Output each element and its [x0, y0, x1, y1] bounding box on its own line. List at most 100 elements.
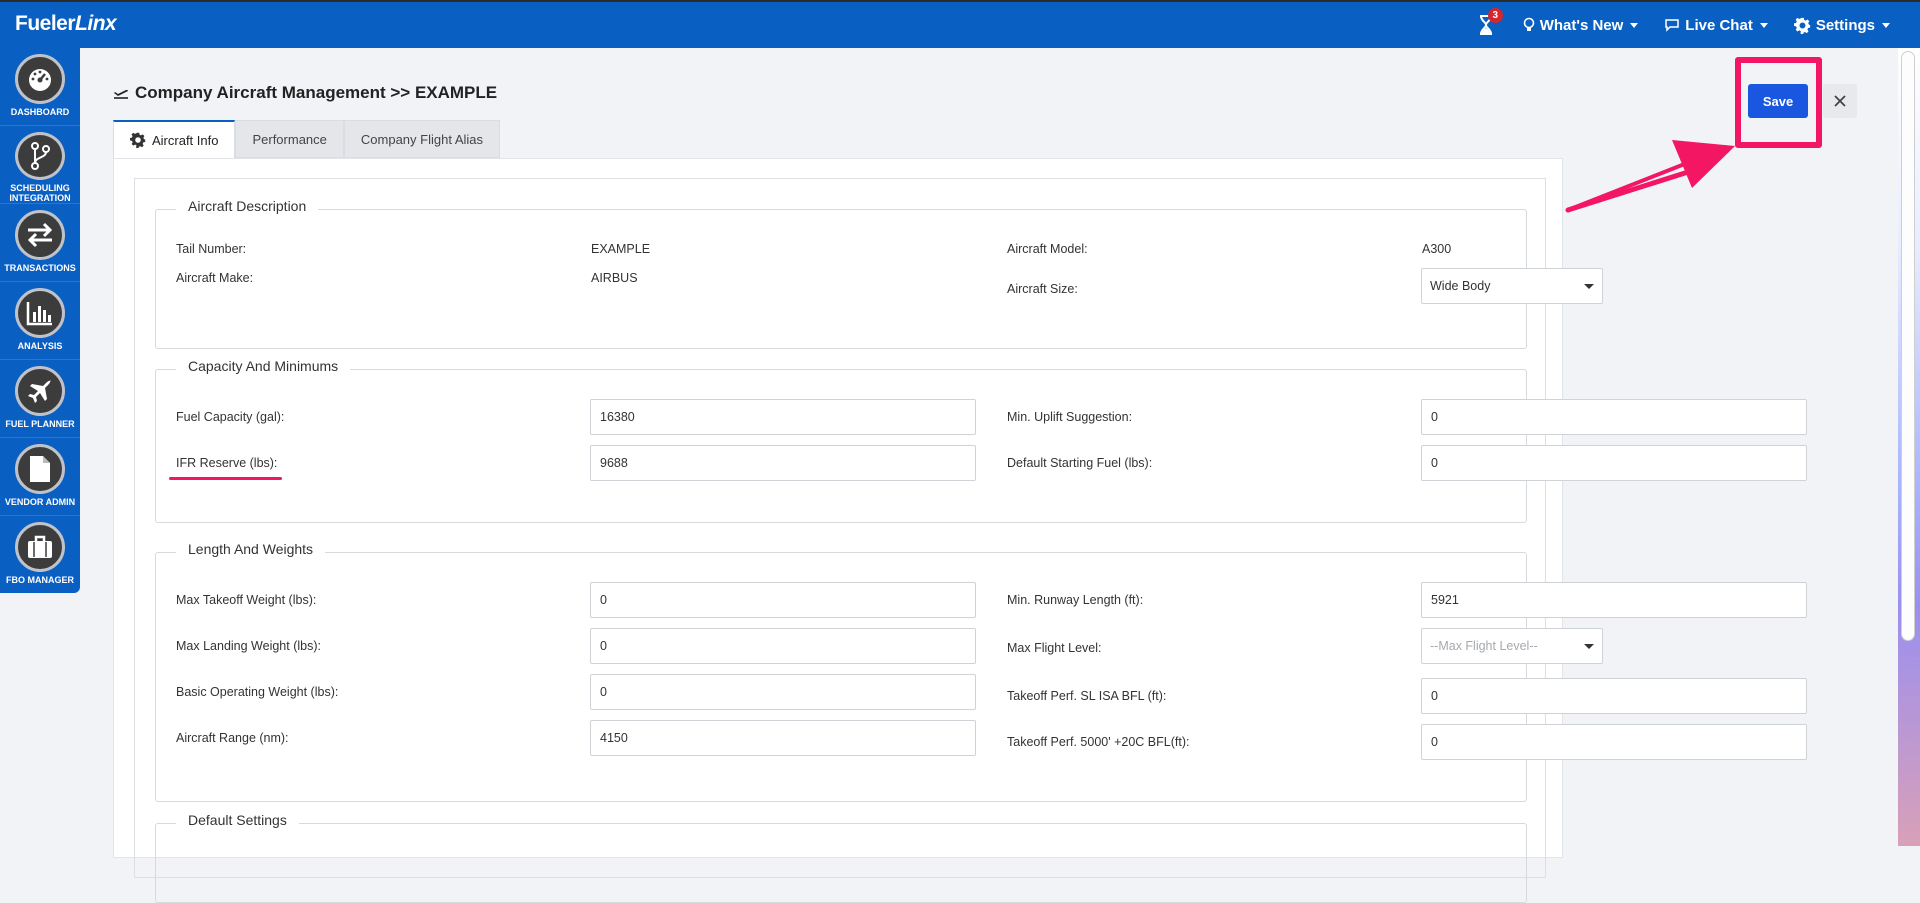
aircraft-size-select[interactable]: Wide Body — [1421, 268, 1603, 304]
max-takeoff-weight-input[interactable]: 0 — [590, 582, 976, 618]
section-title: Capacity And Minimums — [176, 358, 351, 374]
tab-bar: Aircraft Info Performance Company Flight… — [113, 120, 501, 158]
aircraft-make-label: Aircraft Make: — [176, 271, 254, 285]
scrollbar-thumb[interactable] — [1901, 51, 1915, 641]
whats-new-menu[interactable]: What's New — [1523, 17, 1639, 34]
tab-content-card: Aircraft Description Tail Number: EXAMPL… — [113, 158, 1807, 903]
min-runway-length-label: Min. Runway Length (ft): — [1007, 593, 1144, 607]
max-flight-level-select[interactable]: --Max Flight Level-- — [1421, 628, 1603, 664]
close-button[interactable] — [1823, 84, 1857, 118]
fuel-capacity-label: Fuel Capacity (gal): — [176, 410, 285, 424]
takeoff-perf-5000-input[interactable]: 0 — [1421, 724, 1807, 760]
sidebar-item-label: SCHEDULING INTEGRATION — [9, 183, 71, 203]
sidebar-item-analysis[interactable]: ANALYSIS — [0, 282, 80, 360]
chevron-down-icon — [1759, 22, 1768, 28]
sidebar-item-label: ANALYSIS — [17, 341, 63, 351]
aircraft-range-input[interactable]: 4150 — [590, 720, 976, 756]
default-settings-section: Default Settings — [155, 812, 1527, 903]
sidebar-item-label: DASHBOARD — [10, 107, 70, 117]
top-nav: 3 What's New Live Chat Settings — [1475, 2, 1890, 48]
notifications-button[interactable]: 3 — [1475, 8, 1503, 38]
max-takeoff-weight-label: Max Takeoff Weight (lbs): — [176, 593, 317, 607]
sidebar-item-label: VENDOR ADMIN — [4, 497, 76, 507]
capacity-minimums-section: Capacity And Minimums Fuel Capacity (gal… — [155, 358, 1807, 523]
ifr-reserve-label: IFR Reserve (lbs): — [176, 456, 278, 470]
lightbulb-icon — [1523, 17, 1535, 31]
page-scrollbar[interactable] — [1898, 48, 1920, 846]
close-icon — [1834, 95, 1846, 107]
max-flight-level-label: Max Flight Level: — [1007, 641, 1102, 655]
bar-chart-icon — [15, 288, 65, 338]
sidebar-item-dashboard[interactable]: DASHBOARD — [0, 48, 80, 126]
main-content: Company Aircraft Management >> EXAMPLE S… — [80, 48, 1898, 903]
page-title-text: Company Aircraft Management >> EXAMPLE — [135, 83, 498, 102]
takeoff-perf-sl-input[interactable]: 0 — [1421, 678, 1807, 714]
takeoff-perf-sl-label: Takeoff Perf. SL ISA BFL (ft): — [1007, 689, 1167, 703]
caret-down-icon — [1584, 283, 1594, 289]
notification-badge: 3 — [1487, 8, 1503, 23]
chevron-down-icon — [1630, 22, 1639, 28]
settings-menu[interactable]: Settings — [1793, 16, 1890, 34]
save-button[interactable]: Save — [1748, 84, 1808, 118]
aircraft-size-value: Wide Body — [1430, 279, 1491, 293]
basic-operating-weight-input[interactable]: 0 — [590, 674, 976, 710]
min-uplift-label: Min. Uplift Suggestion: — [1007, 410, 1133, 424]
length-weights-section: Length And Weights Max Takeoff Weight (l… — [155, 541, 1807, 802]
page-title: Company Aircraft Management >> EXAMPLE — [113, 83, 497, 103]
aircraft-make-value: AIRBUS — [591, 271, 638, 285]
sidebar-item-fuel-planner[interactable]: FUEL PLANNER — [0, 360, 80, 438]
live-chat-menu[interactable]: Live Chat — [1664, 17, 1768, 34]
chat-bubble-icon — [1665, 19, 1680, 32]
aircraft-range-label: Aircraft Range (nm): — [176, 731, 289, 745]
briefcase-icon — [15, 522, 65, 572]
max-flight-level-placeholder: --Max Flight Level-- — [1430, 639, 1538, 653]
max-landing-weight-input[interactable]: 0 — [590, 628, 976, 664]
document-icon — [15, 444, 65, 494]
sidebar-item-scheduling-integration[interactable]: SCHEDULING INTEGRATION — [0, 126, 80, 204]
sidebar-item-fbo-manager[interactable]: FBO MANAGER — [0, 516, 80, 594]
section-title: Length And Weights — [176, 541, 326, 557]
takeoff-perf-5000-label: Takeoff Perf. 5000' +20C BFL(ft): — [1007, 735, 1190, 749]
fuelerlinx-logo[interactable]: FuelerLinx — [15, 12, 117, 36]
tab-label: Aircraft Info — [152, 132, 219, 148]
caret-down-icon — [1584, 643, 1594, 649]
whats-new-label: What's New — [1539, 16, 1624, 34]
chevron-down-icon — [1882, 22, 1890, 28]
gear-icon — [130, 132, 146, 148]
min-runway-length-input[interactable]: 5921 — [1421, 582, 1807, 618]
section-title: Default Settings — [176, 812, 299, 828]
tab-performance[interactable]: Performance — [235, 120, 344, 158]
ifr-reserve-annotation-underline — [169, 477, 282, 480]
tail-number-label: Tail Number: — [176, 242, 247, 256]
default-starting-fuel-input[interactable]: 0 — [1421, 445, 1807, 481]
plane-departure-icon — [114, 90, 128, 99]
swap-arrows-icon — [15, 210, 65, 260]
min-uplift-input[interactable]: 0 — [1421, 399, 1807, 435]
max-landing-weight-label: Max Landing Weight (lbs): — [176, 639, 321, 653]
aircraft-model-label: Aircraft Model: — [1007, 242, 1088, 256]
sidebar: DASHBOARD SCHEDULING INTEGRATION TRANSAC… — [0, 48, 80, 593]
branch-icon — [15, 132, 65, 180]
tail-number-value: EXAMPLE — [591, 242, 651, 256]
settings-label: Settings — [1815, 16, 1875, 34]
sidebar-item-label: TRANSACTIONS — [4, 263, 76, 273]
sidebar-item-vendor-admin[interactable]: VENDOR ADMIN — [0, 438, 80, 516]
tab-label: Performance — [252, 131, 327, 147]
aircraft-size-label: Aircraft Size: — [1007, 282, 1078, 296]
aircraft-description-section: Aircraft Description Tail Number: EXAMPL… — [155, 198, 1603, 349]
basic-operating-weight-label: Basic Operating Weight (lbs): — [176, 685, 339, 699]
sidebar-item-transactions[interactable]: TRANSACTIONS — [0, 204, 80, 282]
gear-icon — [1793, 17, 1810, 34]
tab-aircraft-info[interactable]: Aircraft Info — [113, 120, 236, 158]
fuel-capacity-input[interactable]: 16380 — [590, 399, 976, 435]
form-container: Aircraft Description Tail Number: EXAMPL… — [134, 178, 1807, 903]
tab-company-flight-alias[interactable]: Company Flight Alias — [343, 120, 501, 158]
sidebar-item-label: FBO MANAGER — [6, 575, 74, 585]
top-navbar: FuelerLinx 3 What's New Live Chat Settin… — [0, 0, 1920, 48]
live-chat-label: Live Chat — [1685, 16, 1753, 34]
sidebar-item-label: FUEL PLANNER — [5, 419, 75, 429]
ifr-reserve-input[interactable]: 9688 — [590, 445, 976, 481]
section-title: Aircraft Description — [176, 198, 319, 214]
tab-label: Company Flight Alias — [360, 131, 484, 147]
default-starting-fuel-label: Default Starting Fuel (lbs): — [1007, 456, 1153, 470]
